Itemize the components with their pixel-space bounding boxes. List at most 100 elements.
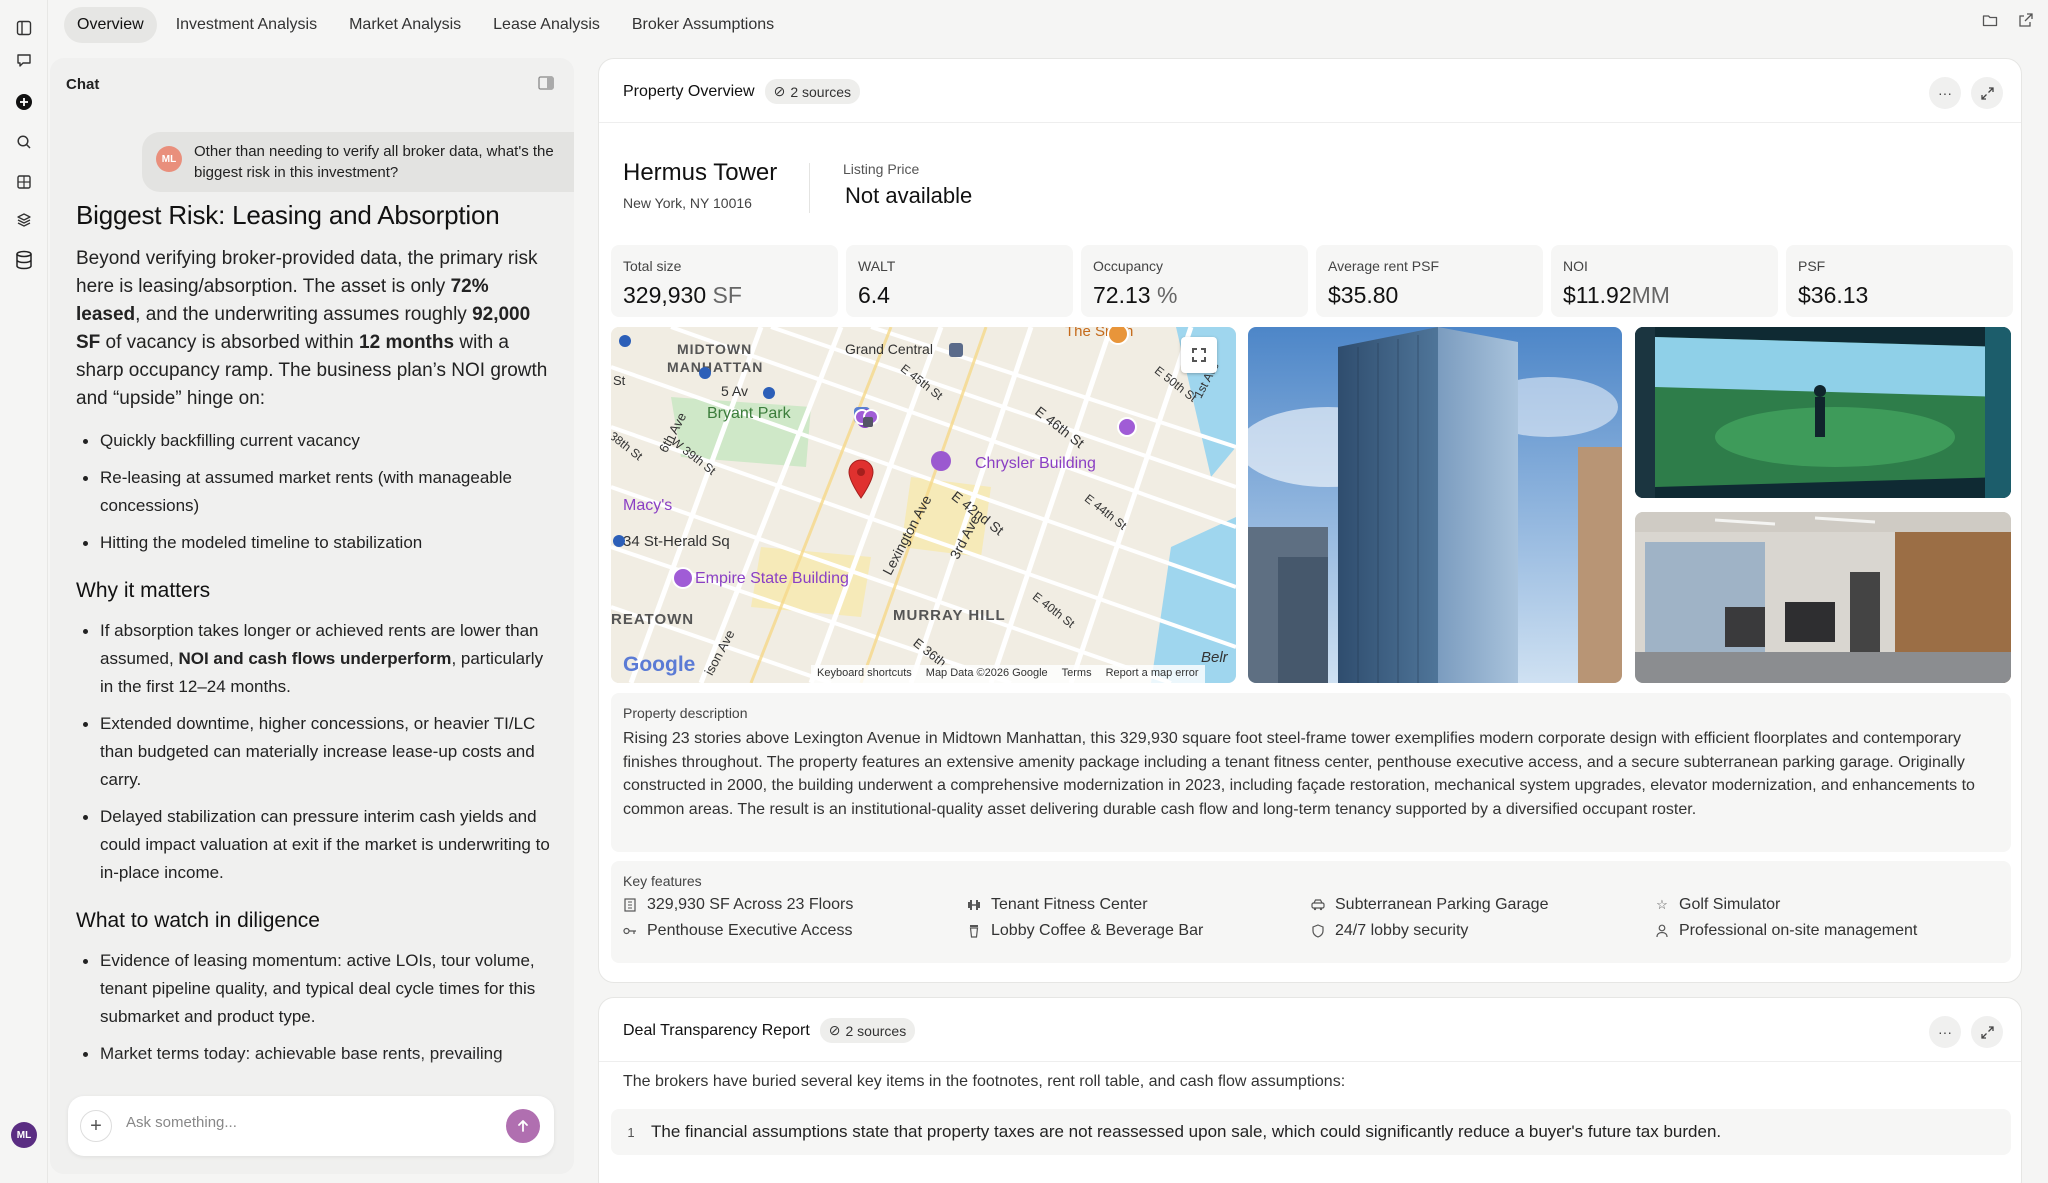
tab-investment-analysis[interactable]: Investment Analysis: [163, 7, 330, 43]
stat-psf: PSF $36.13: [1786, 245, 2013, 317]
map-label: MURRAY HILL: [893, 607, 1006, 624]
building-icon: [623, 898, 637, 912]
top-right-actions: [1982, 12, 2034, 33]
description-text: Rising 23 stories above Lexington Avenue…: [623, 730, 1975, 818]
map-label: Empire State Building: [695, 570, 849, 587]
hinge-list: Quickly backfilling current vacancy Re-l…: [76, 427, 556, 557]
left-rail: ML: [0, 0, 48, 1183]
fitness-center-photo[interactable]: [1635, 512, 2011, 683]
golf-simulator-photo[interactable]: [1635, 327, 2011, 498]
cup-icon: [967, 924, 981, 938]
divider: [599, 122, 2021, 123]
map-data-text: Map Data ©2026 Google: [925, 667, 1048, 679]
building-photo[interactable]: [1248, 327, 1622, 683]
google-logo: Google: [623, 653, 696, 676]
property-name: Hermus Tower: [623, 159, 778, 186]
person-icon: [1655, 924, 1669, 938]
map-label: Bryant Park: [707, 405, 791, 422]
transit-icon: [949, 343, 963, 357]
list-item: Delayed stabilization can pressure inter…: [76, 803, 556, 887]
shield-icon: [1311, 924, 1325, 938]
key-icon: [623, 924, 637, 938]
sources-badge[interactable]: ⊘ 2 sources: [819, 1018, 916, 1043]
database-icon[interactable]: [12, 248, 36, 272]
feature-item: Subterranean Parking Garage: [1311, 896, 1655, 914]
chat-icon[interactable]: [12, 48, 36, 72]
stat-noi: NOI $11.92MM: [1551, 245, 1778, 317]
building-photo-image: [1248, 327, 1622, 683]
map-fullscreen-button[interactable]: [1181, 337, 1217, 373]
watch-heading: What to watch in diligence: [76, 909, 320, 932]
feature-item: Lobby Coffee & Beverage Bar: [967, 922, 1311, 940]
stat-average-rent: Average rent PSF $35.80: [1316, 245, 1543, 317]
expand-button[interactable]: [1971, 1016, 2003, 1048]
subway-icon: [763, 387, 775, 399]
location-pin-icon[interactable]: [847, 459, 875, 499]
panel-collapse-icon[interactable]: [538, 76, 554, 95]
map-label: St: [613, 373, 626, 388]
tab-market-analysis[interactable]: Market Analysis: [336, 7, 474, 43]
stats-row: Total size 329,930 SF WALT 6.4 Occupancy…: [611, 245, 2013, 317]
sidebar-toggle-icon[interactable]: [12, 16, 36, 40]
sources-badge[interactable]: ⊘ 2 sources: [764, 79, 861, 104]
list-item: Hitting the modeled timeline to stabiliz…: [76, 529, 556, 557]
stat-total-size: Total size 329,930 SF: [611, 245, 838, 317]
golf-simulator-image: [1635, 327, 2011, 498]
map-label: 5 Av: [721, 383, 748, 399]
poi-marker-icon[interactable]: [931, 451, 951, 471]
dumbbell-icon: [967, 898, 981, 912]
search-icon[interactable]: [12, 130, 36, 154]
tab-lease-analysis[interactable]: Lease Analysis: [480, 7, 613, 43]
subway-icon: [619, 335, 631, 347]
layers-icon[interactable]: [12, 208, 36, 232]
listing-price-value: Not available: [845, 183, 973, 208]
chat-title: Chat: [66, 76, 100, 93]
list-item: Quickly backfilling current vacancy: [76, 427, 556, 455]
expand-button[interactable]: [1971, 77, 2003, 109]
link-icon: ⊘: [828, 1022, 841, 1038]
answer-heading: Biggest Risk: Leasing and Absorption: [76, 200, 500, 230]
subway-icon: [613, 535, 625, 547]
finding-text: The financial assumptions state that pro…: [651, 1122, 1722, 1141]
share-icon[interactable]: [2018, 12, 2034, 33]
user-avatar[interactable]: ML: [11, 1122, 37, 1148]
feature-item: Penthouse Executive Access: [623, 922, 967, 940]
location-map[interactable]: MIDTOWN MANHATTAN Grand Central The Smit…: [611, 327, 1236, 683]
map-footer: Keyboard shortcuts Map Data ©2026 Google…: [811, 665, 1205, 683]
more-options-button[interactable]: ···: [1929, 77, 1961, 109]
deal-intro: The brokers have buried several key item…: [623, 1073, 1346, 1090]
attach-button[interactable]: +: [80, 1110, 112, 1142]
chat-input[interactable]: [126, 1114, 466, 1131]
poi-marker-icon[interactable]: [672, 567, 694, 589]
send-button[interactable]: [506, 1109, 540, 1143]
poi-marker-icon[interactable]: [1117, 417, 1137, 437]
description-label: Property description: [623, 705, 748, 721]
feature-item: ☆ Golf Simulator: [1656, 896, 1781, 913]
divider: [809, 163, 810, 213]
link-icon: ⊘: [773, 83, 786, 99]
card-title: Property Overview: [623, 82, 755, 100]
tab-broker-assumptions[interactable]: Broker Assumptions: [619, 7, 787, 43]
finding-number: 1: [627, 1124, 635, 1140]
card-title: Deal Transparency Report: [623, 1021, 810, 1039]
card-actions: ···: [1929, 1016, 2003, 1048]
subway-icon: [699, 367, 711, 379]
report-map-error-link[interactable]: Report a map error: [1106, 667, 1199, 681]
feature-item: 24/7 lobby security: [1311, 922, 1655, 940]
terms-link[interactable]: Terms: [1062, 667, 1092, 681]
stat-walt: WALT 6.4: [846, 245, 1073, 317]
list-item: Re-leasing at assumed market rents (with…: [76, 464, 556, 520]
finding-item[interactable]: 1 The financial assumptions state that p…: [611, 1109, 2011, 1155]
property-address: New York, NY 10016: [623, 195, 752, 211]
key-features-label: Key features: [623, 873, 702, 889]
keyboard-shortcuts-link[interactable]: Keyboard shortcuts: [817, 667, 912, 681]
new-item-icon[interactable]: [12, 90, 36, 114]
property-description: Property description Rising 23 stories a…: [611, 693, 2011, 852]
tab-overview[interactable]: Overview: [64, 7, 157, 43]
more-options-button[interactable]: ···: [1929, 1016, 1961, 1048]
deal-transparency-card: Deal Transparency Report ⊘ 2 sources ···…: [598, 997, 2022, 1183]
folder-icon[interactable]: [1982, 12, 1998, 33]
listing-price-label: Listing Price: [843, 161, 920, 177]
why-list: If absorption takes longer or achieved r…: [76, 617, 556, 887]
grid-icon[interactable]: [12, 170, 36, 194]
